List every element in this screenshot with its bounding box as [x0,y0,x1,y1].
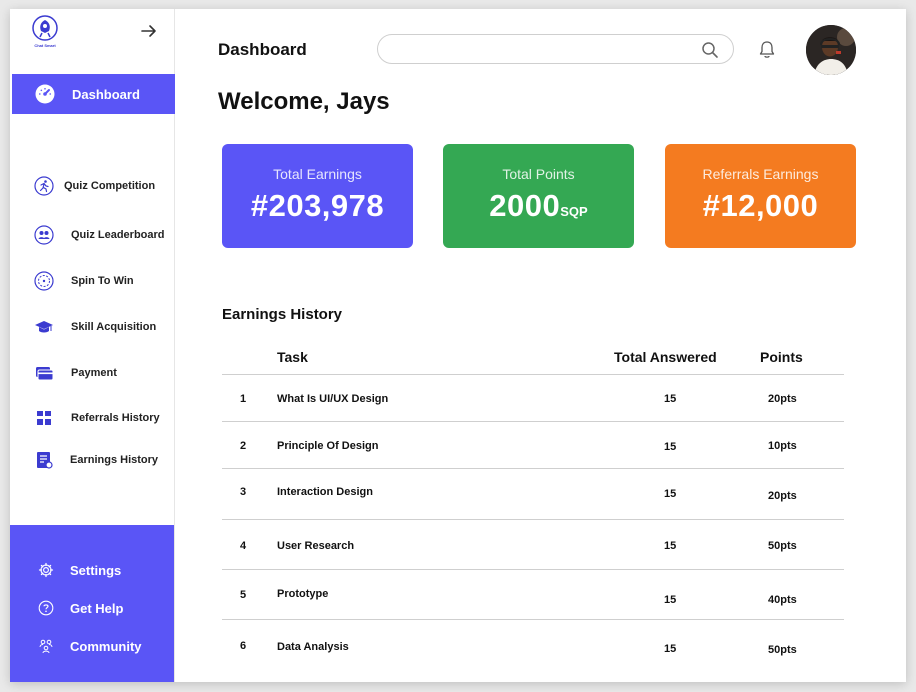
card-title: Total Points [502,166,575,182]
spinner-wheel-icon [34,271,54,291]
document-list-icon [34,450,54,470]
column-header-points: Points [760,349,803,365]
sidebar-bottom-panel: Settings Get Help Community [10,525,174,682]
sidebar-item-label: Get Help [70,600,124,616]
sidebar-item-dashboard[interactable]: Dashboard [12,74,175,114]
question-icon [38,600,54,616]
search-input[interactable] [392,40,692,58]
people-icon [34,225,54,245]
row-task: What Is UI/UX Design [277,393,389,405]
column-header-total-answered: Total Answered [614,349,717,365]
arrow-right-icon[interactable] [140,22,158,40]
card-value-number: 2000 [489,188,561,223]
row-task: Prototype [277,588,329,600]
row-points: 50pts [768,540,797,552]
sidebar-item-label: Skill Acquisition [71,321,157,333]
row-number: 3 [240,486,247,498]
card-total-earnings: Total Earnings #203,978 [222,144,413,248]
column-header-task: Task [277,349,308,365]
row-answered: 15 [664,594,677,606]
row-task: Data Analysis [277,641,349,653]
graduation-cap-icon [34,317,54,337]
card-value-number: #12,000 [702,188,819,223]
sidebar-item-quiz-leaderboard[interactable]: Quiz Leaderboard [34,225,165,245]
sidebar-item-label: Quiz Leaderboard [71,229,165,241]
card-value: #203,978 [222,188,413,224]
row-answered: 15 [664,540,677,552]
card-value-unit: SQP [560,204,588,219]
running-person-icon [34,176,54,196]
earnings-history-title: Earnings History [222,306,343,323]
row-task: User Research [277,540,355,552]
sidebar-item-label: Settings [70,562,122,578]
sidebar-item-label: Quiz Competition [64,180,156,192]
row-points: 40pts [768,594,797,606]
table-row[interactable]: 5 Prototype 15 40pts [222,570,844,620]
table-row[interactable]: 3 Interaction Design 15 20pts [222,469,844,520]
table-row[interactable]: 4 User Research 15 50pts [222,520,844,570]
card-title: Referrals Earnings [702,166,819,182]
row-points: 10pts [768,440,797,452]
row-number: 4 [240,540,247,552]
search-bar [377,34,734,64]
sidebar-item-label: Spin To Win [71,275,134,287]
community-icon [38,638,54,654]
row-answered: 15 [664,441,677,453]
sidebar: Chat Smart Dashboard Quiz Competition Qu… [10,9,175,682]
table-row[interactable]: 2 Principle Of Design 15 10pts [222,422,844,469]
row-number: 2 [240,440,247,452]
page-title: Dashboard [218,40,307,59]
card-title: Total Earnings [273,166,362,182]
card-referrals-earnings: Referrals Earnings #12,000 [665,144,856,248]
logo-text: Chat Smart [34,43,56,48]
grid-blocks-icon [34,408,54,428]
row-points: 20pts [768,393,797,405]
row-points: 20pts [768,490,797,502]
row-points: 50pts [768,644,797,656]
card-value: 2000SQP [443,188,634,224]
welcome-heading: Welcome, Jays [218,88,390,115]
table-row[interactable]: 1 What Is UI/UX Design 15 20pts [222,375,844,422]
search-icon[interactable] [701,41,719,59]
row-number: 6 [240,640,247,652]
sidebar-item-spin-to-win[interactable]: Spin To Win [34,271,134,291]
row-answered: 15 [664,643,677,655]
row-task: Principle Of Design [277,440,379,452]
gear-icon [38,562,54,578]
avatar[interactable] [806,25,856,75]
app-window: Chat Smart Dashboard Quiz Competition Qu… [10,9,906,682]
row-number: 5 [240,589,247,601]
row-task: Interaction Design [277,486,373,498]
row-number: 1 [240,393,247,405]
rocket-logo-icon [32,15,58,41]
table-row[interactable]: 6 Data Analysis 15 50pts [222,620,844,670]
sidebar-item-label: Earnings History [70,454,159,466]
sidebar-item-label: Community [70,638,142,654]
row-answered: 15 [664,393,677,405]
sidebar-item-label: Referrals History [71,412,160,424]
card-total-points: Total Points 2000SQP [443,144,634,248]
dashboard-gauge-icon [35,84,55,104]
sidebar-item-get-help[interactable]: Get Help [38,600,123,616]
sidebar-item-referrals-history[interactable]: Referrals History [34,408,160,428]
sidebar-item-label: Dashboard [72,86,140,102]
sidebar-item-skill-acquisition[interactable]: Skill Acquisition [34,317,156,337]
row-answered: 15 [664,488,677,500]
logo[interactable]: Chat Smart [30,13,60,48]
sidebar-item-quiz-competition[interactable]: Quiz Competition [34,176,155,196]
card-icon [34,363,54,383]
card-value: #12,000 [665,188,856,224]
sidebar-item-community[interactable]: Community [38,638,142,654]
sidebar-item-settings[interactable]: Settings [38,562,121,578]
user-photo [806,25,856,75]
card-value-number: #203,978 [250,188,385,223]
sidebar-item-label: Payment [71,367,117,379]
bell-icon[interactable] [758,40,776,60]
sidebar-item-payment[interactable]: Payment [34,363,117,383]
sidebar-item-earnings-history[interactable]: Earnings History [34,450,158,470]
